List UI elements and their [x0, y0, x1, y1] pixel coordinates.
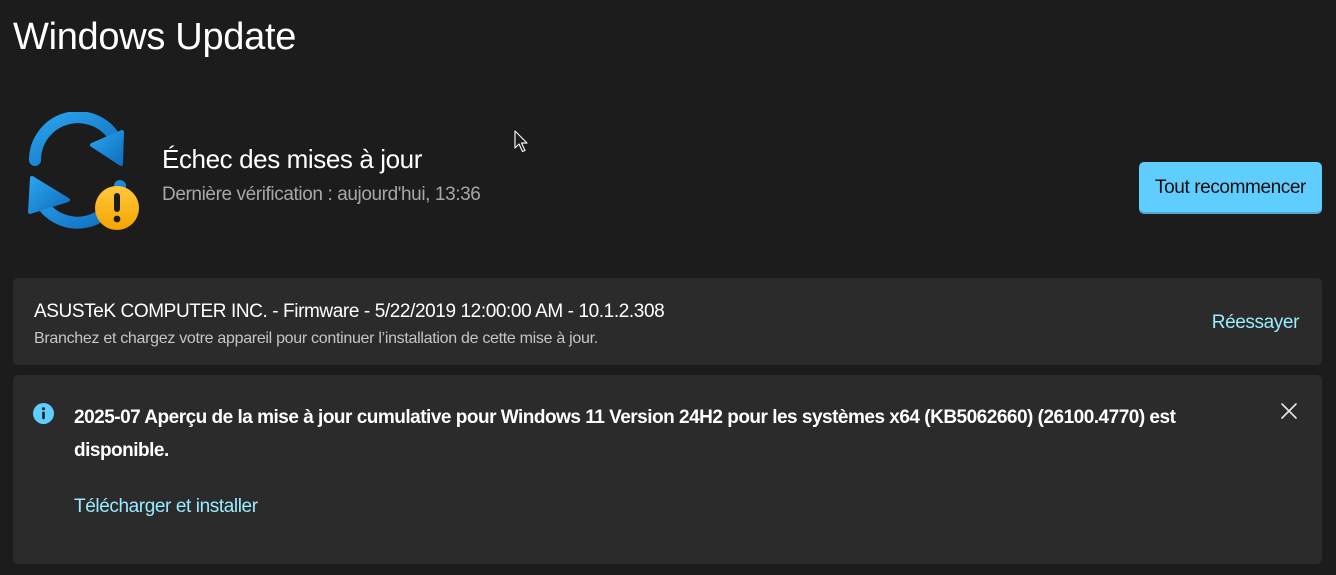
notification-text: 2025-07 Aperçu de la mise à jour cumulat…	[74, 407, 1176, 461]
last-check-text: Dernière vérification : aujourd'hui, 13:…	[162, 184, 481, 205]
firmware-update-card: ASUSTeK COMPUTER INC. - Firmware - 5/22/…	[13, 278, 1322, 365]
retry-link[interactable]: Réessayer	[1212, 310, 1300, 336]
firmware-update-message: Branchez et chargez votre appareil pour …	[34, 330, 598, 347]
info-icon	[33, 403, 54, 424]
download-install-link[interactable]: Télécharger et installer	[74, 493, 258, 521]
firmware-update-title: ASUSTeK COMPUTER INC. - Firmware - 5/22/…	[34, 301, 665, 322]
sync-warning-icon	[28, 112, 139, 230]
close-icon[interactable]	[1275, 397, 1303, 425]
status-title: Échec des mises à jour	[162, 144, 422, 174]
page-title: Windows Update	[13, 16, 297, 58]
restart-all-button[interactable]: Tout recommencer	[1139, 162, 1322, 214]
mouse-cursor-icon	[514, 130, 528, 153]
update-available-notification: 2025-07 Aperçu de la mise à jour cumulat…	[13, 375, 1322, 564]
